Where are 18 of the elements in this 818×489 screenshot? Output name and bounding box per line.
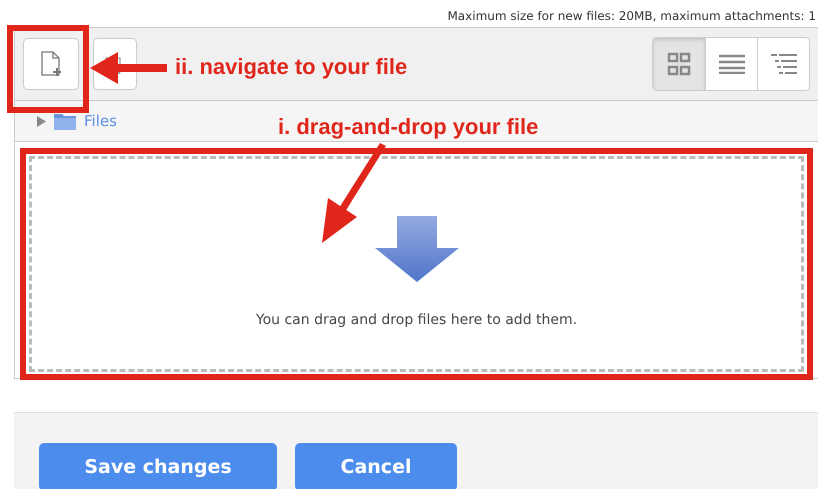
annotation-label: ii. navigate to your file [175,54,408,80]
down-arrow-icon [374,216,458,282]
drop-message: You can drag and drop files here to add them. [256,312,578,328]
annotation-label: i. drag-and-drop your file [278,114,538,140]
save-button[interactable]: Save changes [39,443,277,489]
file-limits-note: Maximum size for new files: 20MB, maximum attachments: 1 [446,8,817,25]
view-button[interactable] [653,38,705,90]
view-button[interactable] [705,38,757,90]
tree-list-icon [770,53,796,75]
expand-triangle-icon[interactable] [37,116,46,126]
cancel-button[interactable]: Cancel [295,443,457,489]
list-icon [718,54,744,74]
add-file-button[interactable] [23,38,79,90]
folder-icon [54,112,76,130]
folder-link[interactable]: Files [84,112,117,130]
view-button[interactable] [757,38,809,90]
grid-icon [667,52,691,76]
file-add-icon [40,51,62,77]
